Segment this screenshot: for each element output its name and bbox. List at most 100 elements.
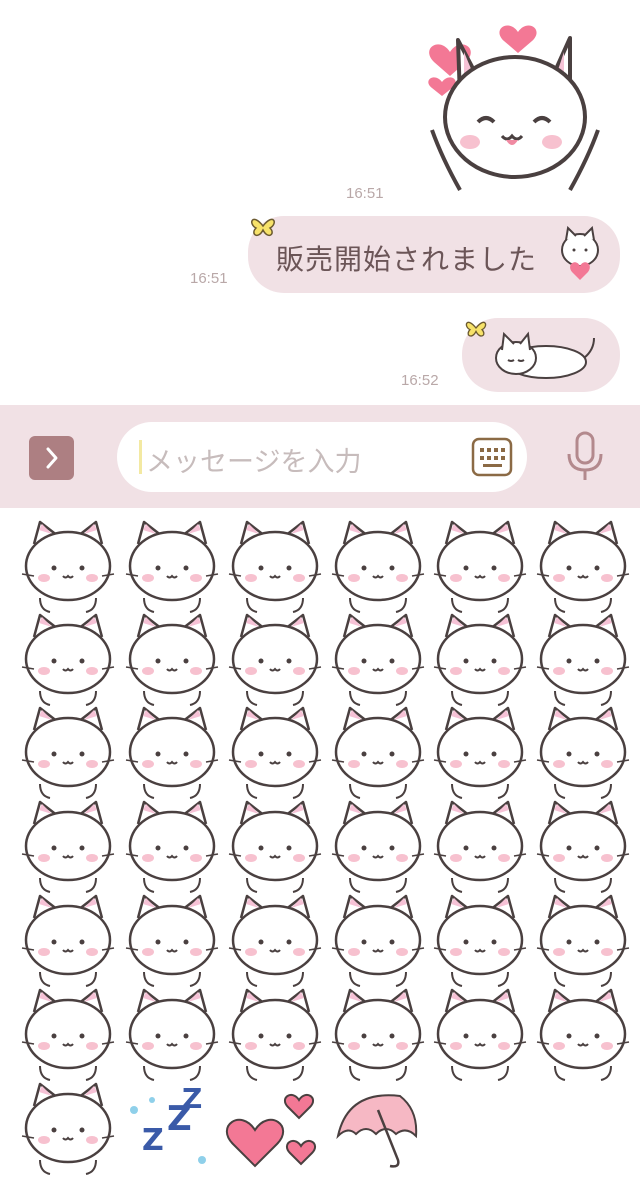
message-time: 16:52 bbox=[401, 372, 439, 389]
sticker-cat-broken-heart[interactable] bbox=[328, 798, 428, 893]
sticker-panel: ZZZ bbox=[0, 508, 640, 1180]
sticker-cat-paws-up[interactable] bbox=[225, 611, 325, 706]
sticker-cat-pointing[interactable] bbox=[533, 892, 633, 987]
cat-gloom-lines-icon bbox=[433, 894, 527, 987]
cat-thinking-icon bbox=[125, 706, 219, 799]
butterfly-icon bbox=[251, 218, 275, 237]
cat-annoyed-icon bbox=[21, 613, 115, 706]
sticker-cat-smile[interactable] bbox=[122, 518, 222, 613]
cat-nightcap-icon bbox=[433, 800, 527, 893]
sticker-cat-nightcap[interactable] bbox=[430, 798, 530, 893]
sticker-cat-covering-face[interactable] bbox=[430, 611, 530, 706]
sticker-cat-pillow[interactable] bbox=[122, 892, 222, 987]
cat-sitting-icon bbox=[21, 800, 115, 893]
sticker-cat-sleepy[interactable] bbox=[18, 986, 118, 1081]
sticker-hearts[interactable] bbox=[225, 1080, 325, 1175]
sticker-cat-worried-sweat[interactable] bbox=[328, 611, 428, 706]
cat-broken-heart-icon bbox=[331, 800, 425, 893]
message-text: 販売開始されました bbox=[276, 243, 538, 276]
text-caret bbox=[139, 440, 142, 474]
message-time: 16:51 bbox=[346, 185, 384, 202]
sticker-cat-holding-heart[interactable] bbox=[225, 798, 325, 893]
sticker-cat-sad[interactable] bbox=[18, 1080, 118, 1175]
sticker-cat-happy-eyes-closed[interactable] bbox=[533, 518, 633, 613]
zzz-icon: ZZZ bbox=[130, 1082, 206, 1164]
sticker-cat-thinking[interactable] bbox=[122, 704, 222, 799]
cat-sweat-drop-icon bbox=[536, 613, 630, 706]
sticker-cat-back-view[interactable] bbox=[122, 798, 222, 893]
sticker-cat-hugging[interactable] bbox=[328, 986, 428, 1081]
sticker-cat-hearts[interactable] bbox=[430, 704, 530, 799]
sticker-cat-cheeks[interactable] bbox=[225, 704, 325, 799]
message-time: 16:51 bbox=[190, 270, 228, 287]
cat-hair-bow-icon bbox=[228, 988, 322, 1081]
voice-input-button[interactable] bbox=[563, 430, 607, 484]
cat-holding-heart-icon bbox=[561, 226, 599, 280]
sticker-umbrella[interactable] bbox=[328, 1080, 428, 1175]
microphone-icon bbox=[567, 431, 603, 480]
cat-wave-icon bbox=[433, 520, 527, 613]
sticker-cat-under-blanket[interactable] bbox=[18, 892, 118, 987]
cat-cheeks-icon bbox=[228, 706, 322, 799]
sticker-cat-yarn-ball[interactable] bbox=[533, 798, 633, 893]
cat-holding-heart-icon bbox=[228, 800, 322, 893]
keyboard-icon bbox=[471, 437, 513, 477]
message-input-placeholder: メッセージを入力 bbox=[146, 447, 362, 478]
cat-question-icon bbox=[228, 520, 322, 613]
cat-neutral-icon bbox=[21, 520, 115, 613]
cat-paws-up-icon bbox=[228, 613, 322, 706]
svg-text:Z: Z bbox=[142, 1123, 164, 1158]
sticker-cat-sitting[interactable] bbox=[18, 798, 118, 893]
cat-happy-eyes-closed-icon bbox=[536, 520, 630, 613]
expand-toolbar-button[interactable] bbox=[29, 436, 74, 480]
sticker-cat-gloom-lines[interactable] bbox=[430, 892, 530, 987]
cat-crying-icon bbox=[331, 894, 425, 987]
sticker-cat-blank[interactable] bbox=[122, 611, 222, 706]
sticker-cat-lying[interactable] bbox=[430, 986, 530, 1081]
svg-text:Z: Z bbox=[182, 1082, 202, 1115]
cat-pointing-icon bbox=[536, 894, 630, 987]
keyboard-button[interactable] bbox=[471, 437, 513, 477]
cat-pillow-icon bbox=[125, 894, 219, 987]
cat-sad-icon bbox=[21, 1082, 115, 1175]
cat-under-blanket-icon bbox=[21, 894, 115, 987]
cat-covering-face-icon bbox=[433, 613, 527, 706]
sticker-zzz[interactable]: ZZZ bbox=[122, 1080, 222, 1175]
cat-back-view-icon bbox=[125, 800, 219, 893]
sticker-cat-wave[interactable] bbox=[430, 518, 530, 613]
sticker-cat-exclaim[interactable] bbox=[328, 518, 428, 613]
sticker-cat-unamused[interactable] bbox=[122, 986, 222, 1081]
sticker-cat-splash[interactable] bbox=[533, 704, 633, 799]
sleeping-cat-sticker bbox=[495, 331, 595, 379]
cat-sleepy-icon bbox=[21, 988, 115, 1081]
cat-hearts-icon bbox=[433, 706, 527, 799]
text-message-bubble[interactable]: 販売開始されました bbox=[248, 216, 620, 293]
cat-plug-tail-icon bbox=[536, 988, 630, 1081]
sticker-cat-question[interactable] bbox=[225, 518, 325, 613]
sticker-cat-bow-tie[interactable] bbox=[225, 892, 325, 987]
cat-unamused-icon bbox=[125, 988, 219, 1081]
sticker-cat-annoyed[interactable] bbox=[18, 611, 118, 706]
cat-exclaim-icon bbox=[331, 520, 425, 613]
sticker-cat-plug-tail[interactable] bbox=[533, 986, 633, 1081]
sticker-cat-crying[interactable] bbox=[328, 892, 428, 987]
umbrella-icon bbox=[336, 1094, 418, 1168]
cat-splash-icon bbox=[536, 706, 630, 799]
cat-blank-icon bbox=[125, 613, 219, 706]
cat-bow-tie-icon bbox=[228, 894, 322, 987]
cat-smile-icon bbox=[125, 520, 219, 613]
sticker-cat-tearful[interactable] bbox=[18, 704, 118, 799]
sticker-cat-neutral[interactable] bbox=[18, 518, 118, 613]
cat-lying-icon bbox=[433, 988, 527, 1081]
chevron-right-icon bbox=[46, 447, 58, 469]
cat-yarn-ball-icon bbox=[536, 800, 630, 893]
sticker-cat-donut[interactable] bbox=[328, 704, 428, 799]
hearts-icon bbox=[226, 1094, 317, 1168]
sticker-cat-hair-bow[interactable] bbox=[225, 986, 325, 1081]
cat-hearts-sticker bbox=[428, 25, 600, 191]
cat-hugging-icon bbox=[331, 988, 425, 1081]
sticker-cat-sweat-drop[interactable] bbox=[533, 611, 633, 706]
sticker-message-cats-hearts[interactable] bbox=[420, 12, 606, 194]
cat-tearful-icon bbox=[21, 706, 115, 799]
butterfly-icon bbox=[465, 321, 487, 337]
